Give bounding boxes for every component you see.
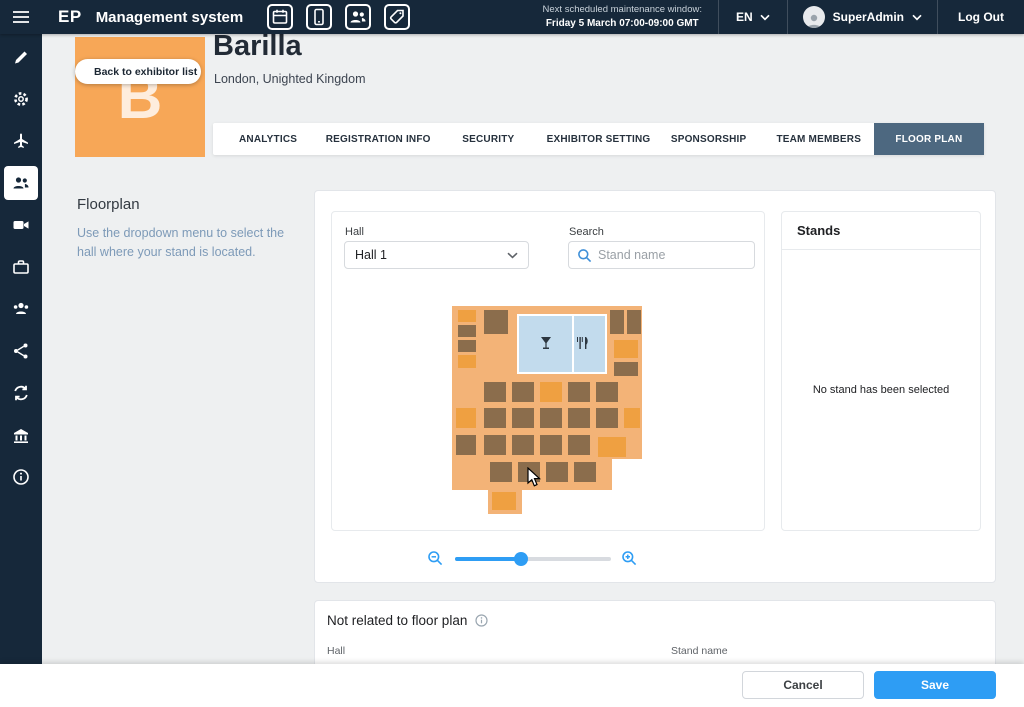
- sidebar-item-exhibitors[interactable]: [4, 166, 38, 200]
- zoom-out-icon[interactable]: [427, 550, 443, 566]
- zoom-slider-fill: [455, 557, 521, 561]
- tab-sponsorship[interactable]: SPONSORSHIP: [654, 123, 764, 155]
- language-selector[interactable]: EN: [719, 10, 787, 24]
- gear-icon: [12, 90, 30, 108]
- briefcase-icon: [12, 258, 30, 276]
- hall-label: Hall: [345, 226, 364, 238]
- amenity-zone[interactable]: [518, 315, 606, 373]
- sidebar-item-jobs[interactable]: [4, 250, 38, 284]
- hamburger-menu-button[interactable]: [0, 10, 42, 24]
- avatar: [803, 6, 825, 28]
- not-related-title: Not related to floor plan: [327, 613, 467, 628]
- map-panel: Hall Hall 1 Search: [331, 211, 765, 531]
- cancel-button[interactable]: Cancel: [742, 671, 864, 699]
- users-button[interactable]: [345, 4, 371, 30]
- back-to-exhibitor-list-button[interactable]: Back to exhibitor list: [75, 59, 201, 84]
- stands-panel: Stands No stand has been selected: [781, 211, 981, 531]
- sidebar-item-info[interactable]: [4, 460, 38, 494]
- info-icon: [12, 468, 30, 486]
- exhibitors-icon: [12, 174, 30, 192]
- sidebar-item-share[interactable]: [4, 334, 38, 368]
- back-button-label: Back to exhibitor list: [94, 66, 197, 78]
- hall-dropdown-value: Hall 1: [355, 248, 387, 262]
- chevron-down-icon: [760, 14, 770, 21]
- search-icon: [577, 248, 592, 263]
- zoom-in-icon[interactable]: [621, 550, 637, 566]
- logout-button[interactable]: Log Out: [938, 10, 1024, 24]
- tags-button[interactable]: [384, 4, 410, 30]
- tab-floor-plan[interactable]: FLOOR PLAN: [874, 123, 984, 155]
- action-footer: Cancel Save: [0, 664, 1024, 707]
- chevron-down-icon: [912, 14, 922, 21]
- user-menu[interactable]: SuperAdmin: [788, 6, 937, 28]
- search-label: Search: [569, 226, 604, 238]
- user-icon: [805, 12, 823, 28]
- group-icon: [12, 300, 30, 318]
- sidebar-item-settings[interactable]: [4, 82, 38, 116]
- tab-exhibitor-setting[interactable]: EXHIBITOR SETTING: [543, 123, 653, 155]
- sidebar-item-venue[interactable]: [4, 418, 38, 452]
- maintenance-line1: Next scheduled maintenance window:: [543, 3, 702, 16]
- tab-registration-info[interactable]: REGISTRATION INFO: [323, 123, 433, 155]
- stands-panel-title: Stands: [782, 212, 980, 250]
- language-label: EN: [736, 10, 753, 24]
- exhibitor-location: London, Unighted Kingdom: [214, 72, 366, 86]
- events-button[interactable]: [267, 4, 293, 30]
- tabbar: ANALYTICS REGISTRATION INFO SECURITY EXH…: [213, 123, 984, 155]
- sidebar-item-edit[interactable]: [4, 40, 38, 74]
- topbar-right: Next scheduled maintenance window: Frida…: [527, 0, 1024, 34]
- app-logo: EP: [58, 7, 82, 27]
- calendar-icon: [271, 8, 289, 26]
- share-icon: [12, 342, 30, 360]
- hall-dropdown[interactable]: Hall 1: [344, 241, 529, 269]
- sidebar-item-sync[interactable]: [4, 376, 38, 410]
- pencil-icon: [12, 48, 30, 66]
- maintenance-notice: Next scheduled maintenance window: Frida…: [527, 3, 718, 30]
- sync-icon: [12, 384, 30, 402]
- stand-search-input[interactable]: [598, 248, 746, 262]
- not-related-stand-column: Stand name: [671, 645, 728, 657]
- floorplan-card: Hall Hall 1 Search: [314, 190, 996, 583]
- stands-empty-message: No stand has been selected: [782, 250, 980, 530]
- sidebar-item-media[interactable]: [4, 208, 38, 242]
- info-icon[interactable]: [475, 614, 488, 627]
- people-icon: [349, 8, 367, 26]
- topbar-quick-actions: [267, 4, 410, 30]
- exhibitor-name: Barilla: [213, 30, 302, 63]
- sidebar: [0, 34, 42, 664]
- floorplan-description: Use the dropdown menu to select the hall…: [77, 224, 289, 262]
- chevron-down-icon: [507, 252, 518, 259]
- zoom-slider[interactable]: [455, 557, 611, 561]
- stand-search: [568, 241, 755, 269]
- topbar: EP Management system: [0, 0, 1024, 34]
- tag-icon: [388, 8, 406, 26]
- tab-analytics[interactable]: ANALYTICS: [213, 123, 323, 155]
- venue-icon: [12, 426, 30, 444]
- hamburger-icon: [12, 10, 30, 24]
- username-label: SuperAdmin: [833, 10, 904, 24]
- sidebar-item-attendees[interactable]: [4, 292, 38, 326]
- camera-icon: [12, 216, 30, 234]
- exhibitor-avatar: B: [75, 37, 205, 157]
- phone-icon: [310, 8, 328, 26]
- tab-security[interactable]: SECURITY: [433, 123, 543, 155]
- sidebar-item-travel[interactable]: [4, 124, 38, 158]
- floorplan-heading: Floorplan: [77, 196, 140, 213]
- save-button[interactable]: Save: [874, 671, 996, 699]
- app-root: EP Management system: [0, 0, 1024, 707]
- maintenance-line2: Friday 5 March 07:00-09:00 GMT: [543, 17, 702, 31]
- zoom-slider-handle[interactable]: [514, 552, 528, 566]
- mobile-app-button[interactable]: [306, 4, 332, 30]
- floor-plan-map[interactable]: [450, 304, 646, 516]
- airplane-icon: [12, 132, 30, 150]
- tab-team-members[interactable]: TEAM MEMBERS: [764, 123, 874, 155]
- not-related-hall-column: Hall: [327, 645, 345, 657]
- app-title: Management system: [96, 9, 244, 26]
